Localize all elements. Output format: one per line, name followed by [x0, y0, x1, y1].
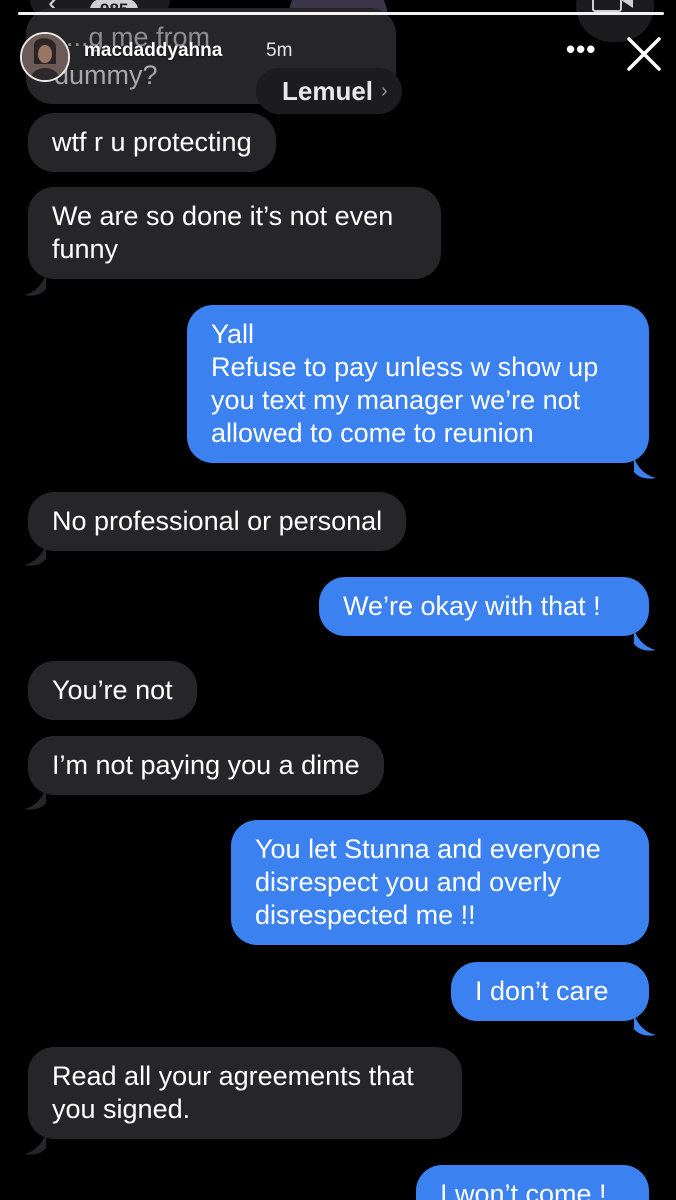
- message-text: I won’t come !: [440, 1179, 607, 1200]
- message-text: I don’t care: [475, 976, 609, 1006]
- message-bubble-incoming[interactable]: wtf r u protecting: [28, 113, 276, 172]
- message-text: No professional or personal: [52, 506, 383, 536]
- message-text: Yall Refuse to pay unless w show up you …: [211, 319, 599, 448]
- story-screen: ‹ 985 L ...g me from dummy? Lemuel › wtf…: [0, 0, 676, 1200]
- message-text: You let Stunna and everyone disrespect y…: [255, 834, 601, 930]
- message-bubble-incoming[interactable]: No professional or personal: [28, 492, 407, 551]
- bubble-tail-outgoing: [634, 630, 656, 651]
- message-text: We’re okay with that !: [343, 591, 601, 621]
- message-bubble-outgoing[interactable]: Yall Refuse to pay unless w show up you …: [187, 305, 649, 463]
- message-bubble-incoming[interactable]: I’m not paying you a dime: [28, 736, 384, 795]
- message-text: Read all your agreements that you signed…: [52, 1061, 414, 1124]
- message-bubble-incoming[interactable]: We are so done it’s not even funny: [28, 187, 441, 279]
- message-text: We are so done it’s not even funny: [52, 201, 394, 264]
- message-text: wtf r u protecting: [52, 127, 252, 157]
- story-username[interactable]: macdaddyahna: [84, 40, 222, 62]
- message-text: You’re not: [52, 675, 173, 705]
- bubble-tail-outgoing: [634, 1015, 656, 1036]
- message-bubble-outgoing[interactable]: I don’t care: [451, 962, 649, 1021]
- message-text: I’m not paying you a dime: [52, 750, 360, 780]
- more-options-icon[interactable]: •••: [566, 34, 596, 65]
- story-header: macdaddyahna 5m •••: [0, 0, 676, 90]
- story-timestamp: 5m: [266, 40, 293, 61]
- message-bubble-incoming[interactable]: Read all your agreements that you signed…: [28, 1047, 462, 1139]
- message-bubble-outgoing[interactable]: You let Stunna and everyone disrespect y…: [231, 820, 649, 945]
- bubble-tail-incoming: [24, 1134, 46, 1155]
- message-bubble-outgoing[interactable]: I won’t come !: [416, 1165, 649, 1200]
- story-user-avatar[interactable]: [20, 32, 70, 82]
- message-bubble-incoming[interactable]: You’re not: [28, 661, 197, 720]
- close-icon[interactable]: [622, 32, 666, 76]
- user-photo-icon: [22, 34, 68, 80]
- bubble-tail-outgoing: [634, 458, 656, 479]
- bubble-tail-incoming: [24, 275, 46, 296]
- bubble-tail-incoming: [24, 789, 46, 810]
- bubble-tail-incoming: [24, 545, 46, 566]
- message-bubble-outgoing[interactable]: We’re okay with that !: [319, 577, 649, 636]
